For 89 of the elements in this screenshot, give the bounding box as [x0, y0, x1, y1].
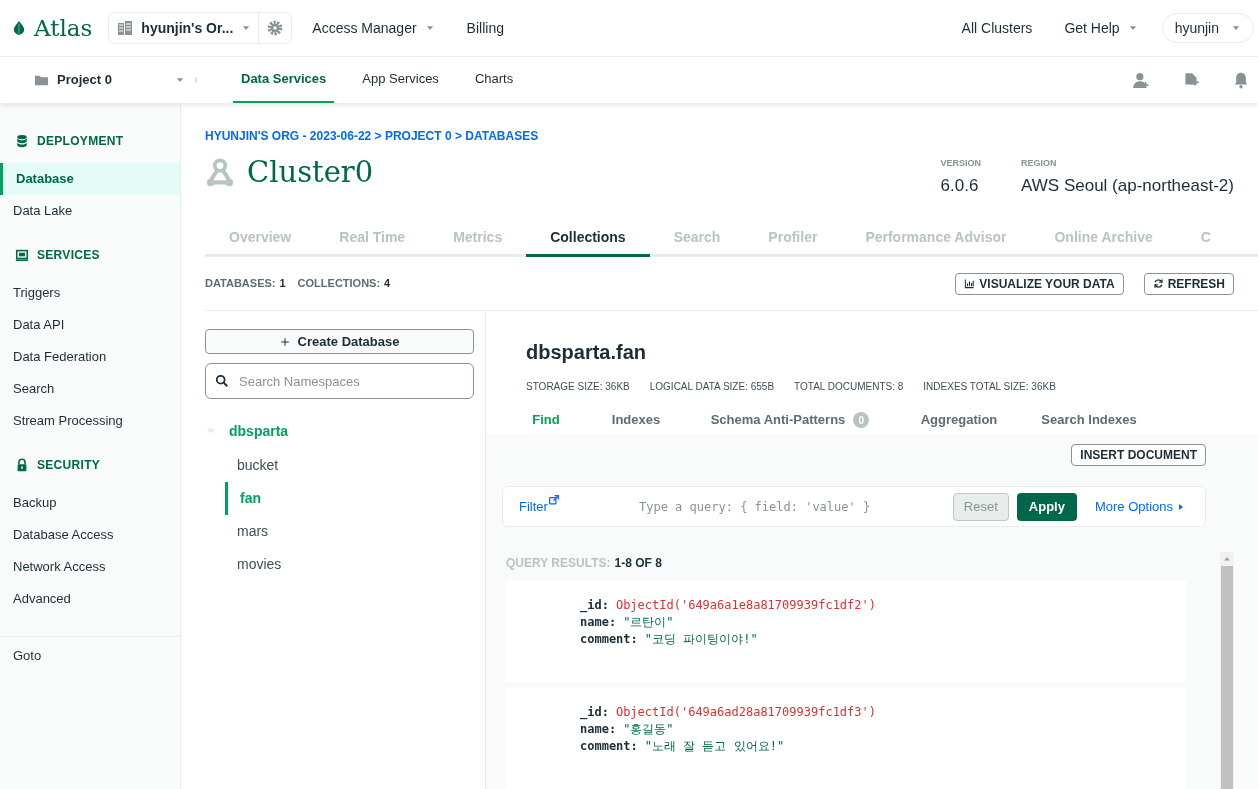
filter-link[interactable]: Filter — [519, 496, 639, 517]
field-value: ObjectId('649a6ad28a81709939fc1df3') — [615, 704, 876, 721]
collection-tab[interactable]: Aggregation — [894, 406, 1024, 434]
collection-tab[interactable]: Search Indexes — [1024, 406, 1154, 434]
field-key: comment: — [580, 631, 638, 648]
apply-button[interactable]: Apply — [1016, 492, 1077, 521]
screen-icon — [15, 248, 29, 262]
collection-item[interactable]: movies — [225, 548, 474, 581]
collection-stat: INDEXES TOTAL SIZE: 36KB — [923, 380, 1056, 394]
field-key: comment: — [580, 738, 638, 755]
info-label: VERSION — [940, 157, 982, 170]
sidebar-item[interactable]: Data Lake — [0, 195, 180, 227]
product-tab[interactable]: Data Services — [233, 57, 335, 103]
info-label: REGION — [1021, 157, 1058, 170]
count-badge: 0 — [853, 412, 870, 428]
sidebar-item[interactable]: Stream Processing — [0, 405, 180, 437]
field-key: name: — [580, 721, 617, 738]
org-name: hyunjin's Or... — [141, 18, 234, 38]
product-tab[interactable]: Charts — [466, 57, 522, 103]
project-name: Project 0 — [57, 71, 113, 90]
count-label: COLLECTIONS: — [297, 276, 381, 292]
sidebar-item[interactable]: Goto — [0, 640, 180, 672]
lock-icon — [15, 458, 29, 472]
collection-stat: TOTAL DOCUMENTS: 8 — [794, 380, 904, 394]
building-icon — [117, 20, 134, 36]
sidebar-item[interactable]: Data API — [0, 309, 180, 341]
settings-icon — [267, 20, 284, 36]
scrollbar[interactable] — [1220, 552, 1234, 789]
add-user-icon[interactable] — [1132, 71, 1150, 89]
results-count: 1-8 OF 8 — [614, 555, 662, 572]
collection-tab[interactable]: Indexes — [586, 406, 686, 434]
collection-item[interactable]: mars — [225, 515, 474, 548]
nav-link[interactable]: Billing — [466, 17, 504, 39]
scroll-up-icon — [1223, 555, 1231, 563]
project-selector[interactable]: Project 0 — [0, 57, 193, 103]
info-value: AWS Seoul (ap-northeast-2) — [1021, 174, 1234, 197]
sidebar-item[interactable]: Network Access — [0, 551, 180, 583]
collection-stat: STORAGE SIZE: 36KB — [526, 380, 630, 394]
more-options-button[interactable]: More Options — [1094, 496, 1185, 517]
sidebar-section-title: DEPLOYMENT — [37, 133, 124, 150]
notification-bell-icon[interactable] — [1232, 71, 1250, 89]
results-label: QUERY RESULTS: — [506, 555, 611, 572]
collection-tab[interactable]: Schema Anti-Patterns 0 — [686, 406, 894, 434]
search-field[interactable]: Search Namespaces — [205, 363, 474, 399]
bar-chart-icon — [964, 278, 976, 289]
sidebar-item[interactable]: Advanced — [0, 583, 180, 615]
refresh-icon — [1152, 278, 1164, 289]
sidebar-item[interactable]: Data Federation — [0, 341, 180, 373]
insert-document-button[interactable]: INSERT DOCUMENT — [1071, 444, 1206, 466]
caret-right-icon — [1177, 502, 1185, 511]
collection-stat: LOGICAL DATA SIZE: 655B — [649, 380, 775, 394]
field-key: _id: — [580, 597, 609, 614]
field-value: "코딩 파이팅이야!" — [644, 631, 758, 648]
sidebar-item[interactable]: Triggers — [0, 277, 180, 309]
count-value: 1 — [279, 276, 286, 292]
create-database-button[interactable]: Create Database — [205, 329, 474, 354]
count-label: DATABASES: — [205, 276, 276, 292]
action-button[interactable]: VISUALIZE YOUR DATA — [955, 272, 1124, 295]
field-key: name: — [580, 614, 617, 631]
collection-title: dbsparta.fan — [525, 340, 648, 365]
nav-link[interactable]: Get Help — [1064, 17, 1138, 39]
database-icon — [15, 134, 29, 148]
breadcrumb[interactable]: HYUNJIN'S ORG - 2023-06-22 > PROJECT 0 > DATABASES — [205, 127, 1258, 143]
sidebar-item[interactable]: Search — [0, 373, 180, 405]
product-tab[interactable]: App Services — [354, 57, 447, 103]
sidebar-section-title: SECURITY — [37, 457, 101, 474]
external-link-icon — [548, 494, 559, 505]
field-value: ObjectId('649a6a1e8a81709939fc1df2') — [615, 597, 876, 614]
field-value: "르탄이" — [623, 614, 674, 631]
field-value: "홍길동" — [623, 721, 674, 738]
plus-icon — [279, 336, 290, 347]
query-input[interactable]: Type a query: { field: 'value' } — [639, 497, 953, 516]
field-value: "노래 잘 듣고 있어요!" — [644, 738, 785, 755]
cluster-tab[interactable]: Collections — [526, 220, 650, 257]
cluster-name: Cluster0 — [247, 154, 374, 191]
count-value: 4 — [384, 276, 391, 292]
nav-link[interactable]: Access Manager — [312, 17, 435, 39]
sidebar-item[interactable]: Backup — [0, 487, 180, 519]
cluster-icon — [205, 157, 235, 188]
nav-link[interactable]: All Clusters — [961, 17, 1033, 39]
sidebar-section-title: SERVICES — [37, 247, 100, 264]
info-value: 6.0.6 — [940, 174, 980, 197]
sidebar-item[interactable]: Database Access — [0, 519, 180, 551]
field-key: _id: — [580, 704, 609, 721]
action-button[interactable]: REFRESH — [1143, 272, 1234, 295]
search-icon — [215, 374, 229, 388]
collection-item[interactable]: bucket — [225, 449, 474, 482]
atlas-logo-text: Atlas — [34, 13, 93, 43]
sidebar-item[interactable]: Database — [0, 163, 180, 195]
